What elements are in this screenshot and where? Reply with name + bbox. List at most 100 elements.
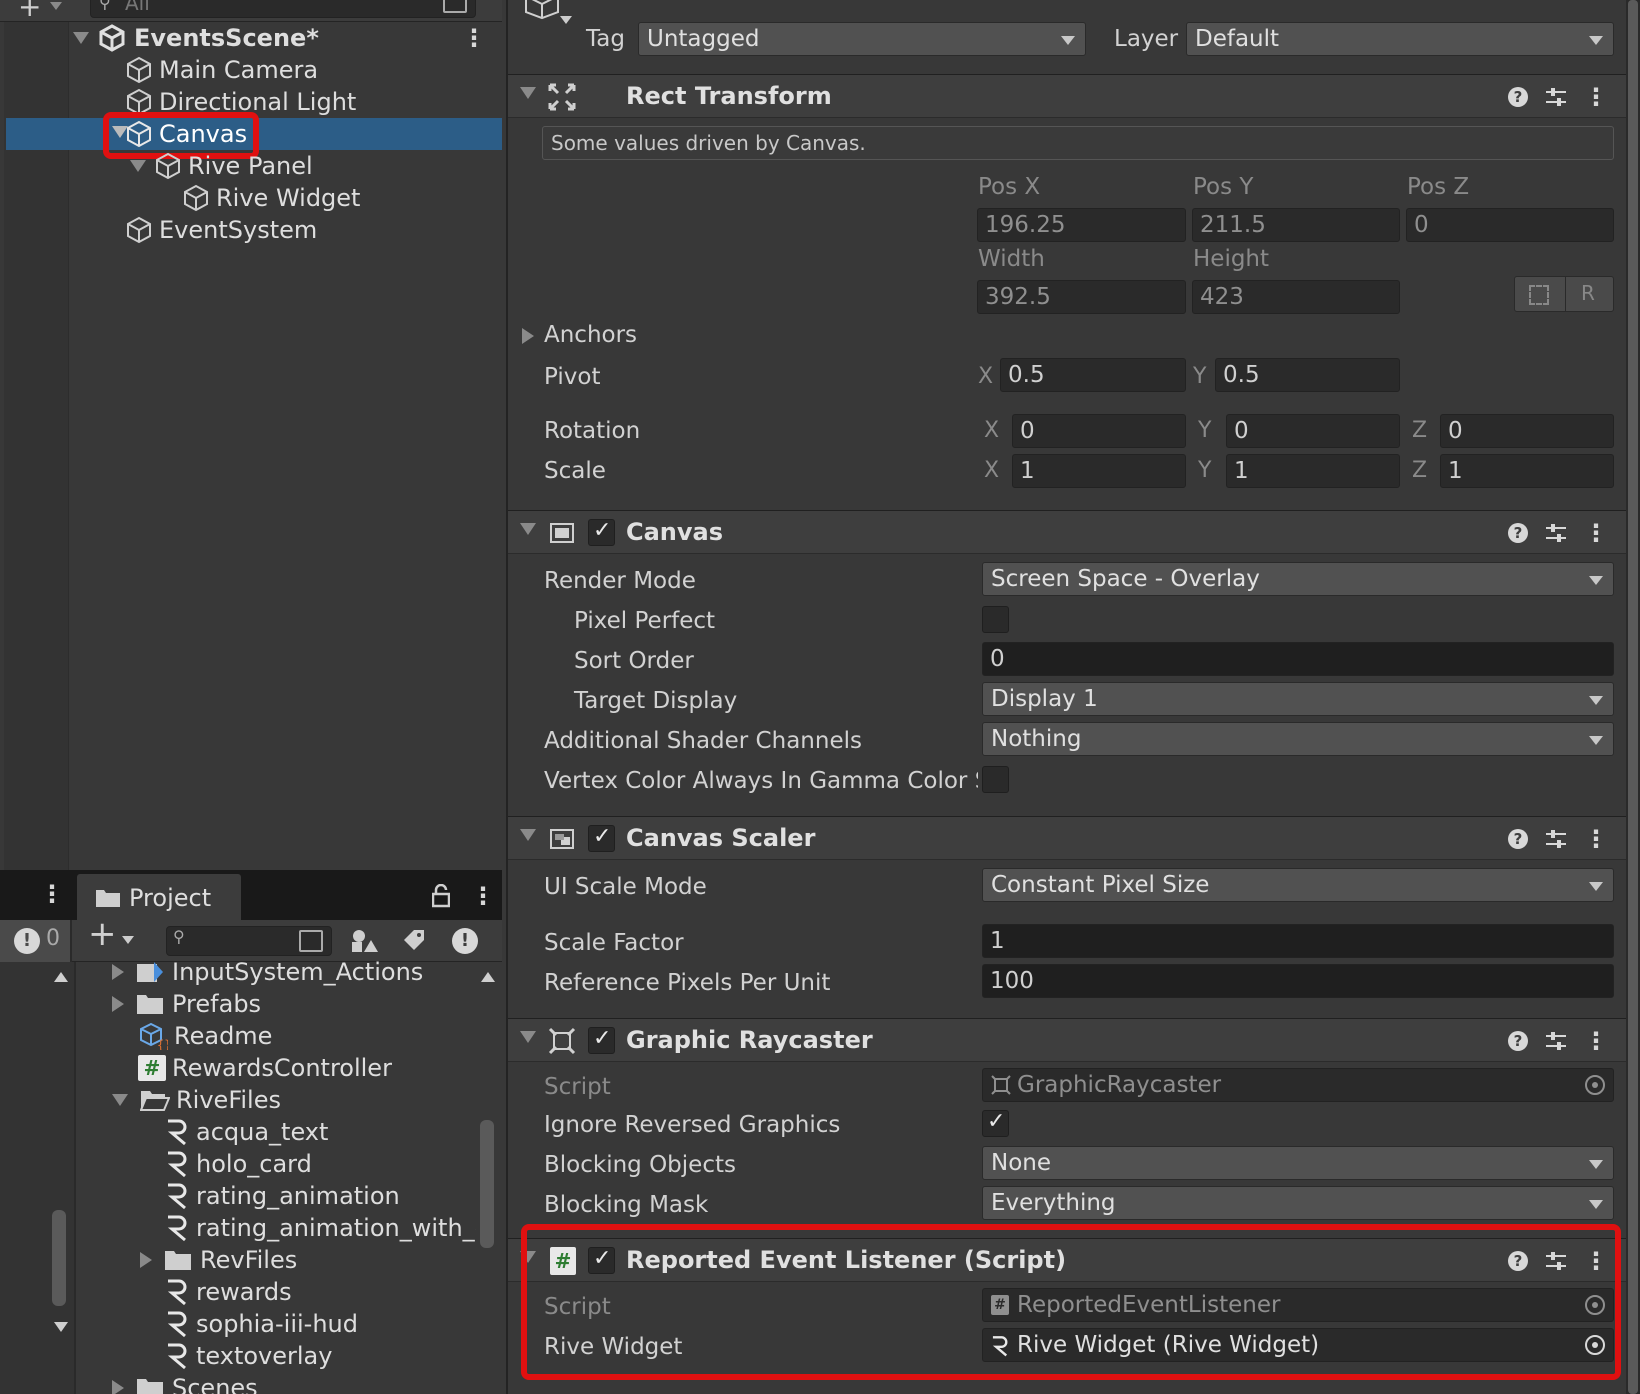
project-item-inputsystem-actions[interactable]: InputSystem_Actions (112, 956, 423, 988)
expand-caret-icon[interactable] (130, 160, 146, 172)
project-item-rating-animation[interactable]: rating_animation (166, 1180, 400, 1212)
expand-caret-icon[interactable] (112, 964, 124, 980)
project-item-sophia-iii-hud[interactable]: sophia-iii-hud (166, 1308, 358, 1340)
scrollbar-thumb[interactable] (52, 1210, 66, 1306)
collapse-caret-icon[interactable] (520, 829, 536, 841)
project-item-scenes[interactable]: Scenes (112, 1372, 258, 1394)
project-item-textoverlay[interactable]: textoverlay (166, 1340, 332, 1372)
hierarchy-item-directional-light[interactable]: Directional Light (0, 86, 502, 118)
project-item-readme[interactable]: {} Readme (138, 1020, 272, 1052)
scroll-down-icon[interactable] (54, 1322, 68, 1332)
rive-widget-object-field[interactable]: Rive Widget (Rive Widget) (982, 1328, 1614, 1362)
pos-z-field[interactable]: 0 (1406, 208, 1614, 242)
expand-caret-icon[interactable] (73, 32, 89, 44)
collapse-caret-icon[interactable] (520, 523, 536, 535)
expand-caret-icon[interactable] (112, 1380, 124, 1394)
search-scope-icon[interactable] (299, 930, 323, 952)
expand-caret-icon[interactable] (522, 328, 534, 344)
listener-enabled-checkbox[interactable] (588, 1246, 615, 1274)
project-item-holo-card[interactable]: holo_card (166, 1148, 312, 1180)
console-errors-toggle[interactable]: ! 0 (0, 920, 72, 962)
hierarchy-item-rive-widget[interactable]: Rive Widget (0, 182, 502, 214)
scale-x-field[interactable]: 1 (1012, 454, 1186, 488)
ref-ppu-field[interactable]: 100 (982, 964, 1614, 998)
more-options-icon[interactable]: ⋮ (471, 884, 495, 908)
tag-dropdown[interactable]: Untagged (638, 22, 1086, 56)
presets-icon[interactable] (1546, 87, 1566, 107)
collapse-caret-icon[interactable] (520, 1251, 536, 1263)
collapse-caret-icon[interactable] (520, 87, 536, 99)
canvas-enabled-checkbox[interactable] (588, 518, 615, 546)
presets-icon[interactable] (1546, 829, 1566, 849)
rotation-x-field[interactable]: 0 (1012, 414, 1186, 448)
more-options-icon[interactable]: ⋮ (1584, 1029, 1608, 1053)
render-mode-dropdown[interactable]: Screen Space - Overlay (982, 562, 1614, 596)
width-field[interactable]: 392.5 (977, 280, 1186, 314)
inspector-scrollbar-thumb[interactable] (1628, 0, 1638, 1394)
hierarchy-item-rive-panel[interactable]: Rive Panel (0, 150, 502, 182)
expand-caret-icon[interactable] (112, 996, 124, 1012)
chevron-down-icon[interactable] (50, 2, 62, 10)
more-options-icon[interactable]: ⋮ (1584, 1249, 1608, 1273)
expand-caret-icon[interactable] (112, 1094, 128, 1106)
ui-scale-mode-dropdown[interactable]: Constant Pixel Size (982, 868, 1614, 902)
hierarchy-search-input[interactable]: ⚲ All (90, 0, 476, 18)
chevron-down-icon[interactable] (560, 16, 572, 24)
sort-order-field[interactable]: 0 (982, 642, 1614, 676)
canvas-scaler-header[interactable]: Canvas Scaler ? ⋮ (508, 816, 1626, 860)
more-options-icon[interactable]: ⋮ (1584, 85, 1608, 109)
height-field[interactable]: 423 (1192, 280, 1400, 314)
object-picker-icon[interactable] (1585, 1075, 1605, 1095)
canvas-component-header[interactable]: Canvas ? ⋮ (508, 510, 1626, 554)
hierarchy-item-main-camera[interactable]: Main Camera (0, 54, 502, 86)
more-options-icon[interactable]: ⋮ (1584, 827, 1608, 851)
project-item-rivefiles[interactable]: RiveFiles (112, 1084, 281, 1116)
scale-z-field[interactable]: 1 (1440, 454, 1614, 488)
target-display-dropdown[interactable]: Display 1 (982, 682, 1614, 716)
project-item-rewardscontroller[interactable]: # RewardsController (138, 1052, 392, 1084)
project-item-rewards[interactable]: rewards (166, 1276, 292, 1308)
graphic-raycaster-enabled-checkbox[interactable] (588, 1026, 615, 1054)
help-icon[interactable]: ? (1508, 523, 1528, 543)
script-object-field[interactable]: GraphicRaycaster (982, 1068, 1614, 1102)
project-item-prefabs[interactable]: Prefabs (112, 988, 261, 1020)
object-picker-icon[interactable] (1585, 1335, 1605, 1355)
pivot-y-field[interactable]: 0.5 (1215, 358, 1400, 392)
more-options-icon[interactable]: ⋮ (1584, 521, 1608, 545)
scene-visibility-icon[interactable] (443, 0, 467, 13)
presets-icon[interactable] (1546, 1251, 1566, 1271)
project-item-revfiles[interactable]: RevFiles (140, 1244, 297, 1276)
pivot-x-field[interactable]: 0.5 (1000, 358, 1186, 392)
canvas-scaler-enabled-checkbox[interactable] (588, 824, 615, 852)
chevron-down-icon[interactable] (122, 936, 134, 944)
lock-icon[interactable] (432, 884, 450, 908)
pos-x-field[interactable]: 196.25 (977, 208, 1186, 242)
script-object-field[interactable]: # ReportedEventListener (982, 1288, 1614, 1322)
more-options-icon[interactable]: ⋮ (462, 26, 486, 50)
reported-event-listener-header[interactable]: # Reported Event Listener (Script) ? ⋮ (508, 1238, 1626, 1282)
anchors-label[interactable]: Anchors (544, 322, 637, 348)
blocking-mask-dropdown[interactable]: Everything (982, 1186, 1614, 1220)
presets-icon[interactable] (1546, 1031, 1566, 1051)
presets-icon[interactable] (1546, 523, 1566, 543)
ignore-reversed-checkbox[interactable] (982, 1109, 1009, 1137)
scroll-up-icon[interactable] (481, 972, 495, 982)
collapse-caret-icon[interactable] (520, 1031, 536, 1043)
project-item-rating-animation-with-events[interactable]: rating_animation_with_e (166, 1212, 476, 1244)
rotation-z-field[interactable]: 0 (1440, 414, 1614, 448)
hierarchy-item-canvas[interactable]: Canvas (6, 118, 502, 150)
vertex-color-checkbox[interactable] (982, 766, 1009, 793)
filter-by-label-icon[interactable] (402, 928, 426, 952)
rotation-y-field[interactable]: 0 (1226, 414, 1400, 448)
add-icon[interactable]: + (18, 0, 41, 23)
more-options-icon[interactable]: ⋮ (40, 882, 64, 906)
help-icon[interactable]: ? (1508, 1251, 1528, 1271)
rect-transform-header[interactable]: Rect Transform ? ⋮ (508, 74, 1626, 118)
project-item-acqua-text[interactable]: acqua_text (166, 1116, 328, 1148)
blueprint-mode-icon[interactable] (1529, 285, 1549, 305)
scrollbar-thumb[interactable] (480, 1120, 494, 1248)
help-icon[interactable]: ? (1508, 829, 1528, 849)
filter-by-type-icon[interactable] (350, 928, 378, 954)
raw-edit-button[interactable]: R (1581, 281, 1595, 305)
project-search-input[interactable]: ⚲ (166, 926, 332, 956)
